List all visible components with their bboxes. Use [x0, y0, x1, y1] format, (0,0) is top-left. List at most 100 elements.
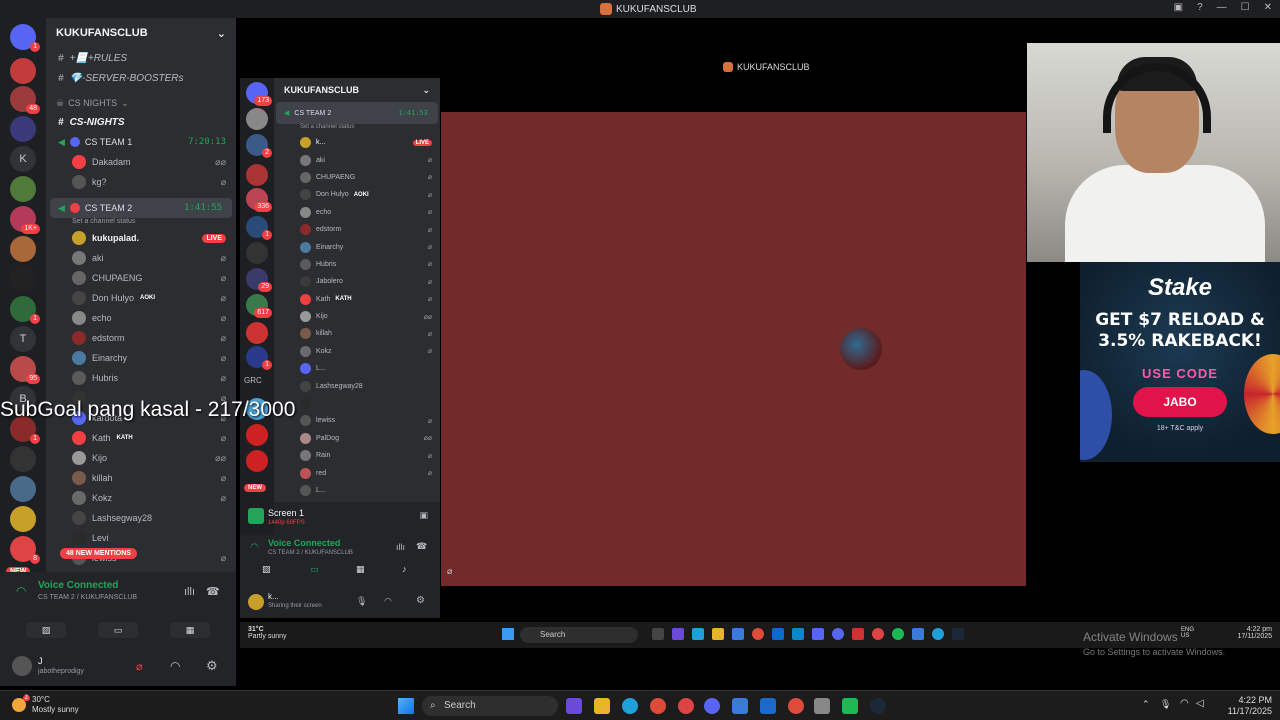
home-button[interactable]: 1 — [10, 24, 40, 52]
avatar — [300, 485, 311, 496]
chevron-down-icon[interactable]: ⌄ — [217, 27, 226, 40]
disconnect-icon[interactable]: ☎ — [206, 585, 220, 598]
server-icon[interactable] — [10, 58, 36, 84]
server-header[interactable]: KUKUFANSCLUB ⌄ — [46, 18, 236, 48]
weather-icon[interactable]: 2 — [12, 695, 30, 712]
copilot-icon[interactable] — [566, 698, 582, 714]
steam-icon[interactable] — [870, 698, 886, 714]
voice-user: CHUPAENG ⌀ — [274, 169, 440, 186]
help-icon[interactable]: ? — [1197, 2, 1203, 13]
server-icon[interactable]: 8 — [10, 536, 40, 564]
activities-button[interactable]: ▦ — [170, 622, 210, 638]
live-badge[interactable]: LIVE — [202, 233, 226, 243]
voice-user[interactable]: Don Hulyo AOKI ⌀ — [46, 288, 236, 308]
voice-user[interactable]: edstorm ⌀ — [46, 328, 236, 348]
wifi-icon[interactable]: ◠ — [1180, 698, 1189, 709]
voice-user[interactable]: Dakadam ⌀⌀ — [46, 152, 236, 172]
voice-user[interactable]: Kath KATH ⌀ — [46, 428, 236, 448]
voice-user[interactable]: killah ⌀ — [46, 468, 236, 488]
chrome-icon[interactable] — [788, 698, 804, 714]
server-icon[interactable] — [10, 266, 36, 292]
voice-channel-path[interactable]: CS TEAM 2 / KUKUFANSCLUB — [38, 594, 137, 601]
voice-user[interactable]: Kijo ⌀⌀ — [46, 448, 236, 468]
signal-icon[interactable]: ◠ — [16, 584, 26, 598]
maximize-button[interactable]: ☐ — [1241, 2, 1250, 13]
clock[interactable]: 4:22 PM 11/17/2025 — [1228, 695, 1272, 717]
voice-channel[interactable]: ◀ CS TEAM 1 7:20:13 — [46, 132, 236, 152]
weather-widget[interactable]: 30°C Mostly sunny — [32, 695, 79, 715]
app-icon[interactable] — [842, 698, 858, 714]
text-channel[interactable]: # 💎-SERVER-BOOSTERs — [46, 68, 236, 88]
server-icon[interactable]: 1 — [10, 296, 40, 324]
file-explorer-icon[interactable] — [594, 698, 610, 714]
app-icon — [723, 62, 733, 72]
noise-suppression-icon[interactable]: ıllı — [184, 586, 195, 598]
voice-status[interactable]: Voice Connected — [38, 580, 118, 591]
voice-user[interactable]: CHUPAENG ⌀ — [46, 268, 236, 288]
text-channel[interactable]: # +📃+RULES — [46, 48, 236, 68]
avatar — [72, 511, 86, 525]
server-icon[interactable] — [10, 446, 36, 472]
server-icon: 1 — [246, 216, 272, 240]
server-icon[interactable]: 95 — [10, 356, 40, 384]
category-header[interactable]: ☠ CS NIGHTS ⌄ — [46, 94, 236, 112]
server-icon[interactable]: 48 — [10, 86, 40, 114]
voice-user[interactable]: aki ⌀ — [46, 248, 236, 268]
voice-timer: 1:41:55 — [184, 203, 222, 213]
voice-user: killah ⌀ — [274, 325, 440, 342]
camera-off-button[interactable]: ▨ — [26, 622, 66, 638]
notes-icon[interactable] — [732, 698, 748, 714]
start-button[interactable] — [398, 698, 414, 714]
chrome-icon[interactable] — [650, 698, 666, 714]
chevron-up-icon[interactable]: ⌃ — [1142, 699, 1150, 710]
chrome-profile-icon[interactable] — [678, 698, 694, 714]
voice-channel-active[interactable]: ◀ CS TEAM 2 1:41:55 — [50, 198, 232, 218]
mic-muted-icon[interactable]: ⌀ — [136, 660, 143, 673]
inbox-icon[interactable]: ▣ — [1174, 2, 1183, 13]
avatar — [72, 331, 86, 345]
headphones-icon[interactable]: ◠ — [170, 659, 180, 673]
notification-badge: 48 — [26, 104, 40, 114]
voice-user[interactable]: kg? ⌀ — [46, 172, 236, 192]
screen-share-button[interactable]: ▭ — [98, 622, 138, 638]
server-icon[interactable]: K — [10, 146, 36, 172]
text-channel[interactable]: # CS-NIGHTS — [46, 112, 236, 132]
server-icon[interactable] — [10, 506, 36, 532]
volume-icon[interactable]: ◁ — [1196, 698, 1204, 709]
browser-icon[interactable] — [622, 698, 638, 714]
server-icon[interactable] — [10, 176, 36, 202]
voice-user[interactable]: echo ⌀ — [46, 308, 236, 328]
discord-icon[interactable] — [704, 698, 720, 714]
muted-icon: ⌀ — [220, 372, 226, 383]
voice-channel-name: CS TEAM 2 — [294, 109, 332, 117]
close-button[interactable]: ✕ — [1264, 2, 1272, 13]
voice-user[interactable]: Lashsegway28 — [46, 508, 236, 528]
voice-user[interactable]: Kokz ⌀ — [46, 488, 236, 508]
minimize-button[interactable]: — — [1217, 2, 1227, 13]
avatar[interactable] — [12, 656, 32, 676]
taskbar-search[interactable]: ⌕ Search — [422, 696, 558, 716]
voice-channel-active: ◀ CS TEAM 2 1:41:53 — [276, 102, 438, 124]
mic-tray-icon[interactable]: 🎙 — [1160, 699, 1171, 710]
voice-user[interactable]: kukupalad. LIVE — [46, 228, 236, 248]
server-icon[interactable]: T — [10, 326, 36, 352]
muted-icon: ⌀ — [220, 332, 226, 343]
snipping-tool-icon[interactable] — [814, 698, 830, 714]
server-icon[interactable]: 1K+ — [10, 206, 40, 234]
hash-icon: # — [58, 52, 64, 64]
server-icon[interactable] — [10, 116, 36, 142]
noise-suppression-icon: ıllı — [396, 542, 405, 552]
muted-icon: ⌀ — [220, 432, 226, 443]
photos-icon[interactable] — [760, 698, 776, 714]
server-icon[interactable] — [10, 236, 36, 262]
voice-user[interactable]: Hubris ⌀ — [46, 368, 236, 388]
server-icon[interactable] — [10, 476, 36, 502]
channel-status[interactable]: Set a channel status — [46, 218, 236, 228]
server-letter: T — [19, 333, 27, 345]
steam-icon — [952, 628, 964, 640]
voice-user[interactable]: Levi — [46, 528, 236, 548]
voice-user[interactable]: Einarchy ⌀ — [46, 348, 236, 368]
settings-gear-icon[interactable]: ⚙ — [206, 658, 218, 674]
user-tag: AOKI — [353, 191, 369, 198]
new-mentions-pill[interactable]: 48 NEW MENTIONS — [60, 548, 137, 559]
